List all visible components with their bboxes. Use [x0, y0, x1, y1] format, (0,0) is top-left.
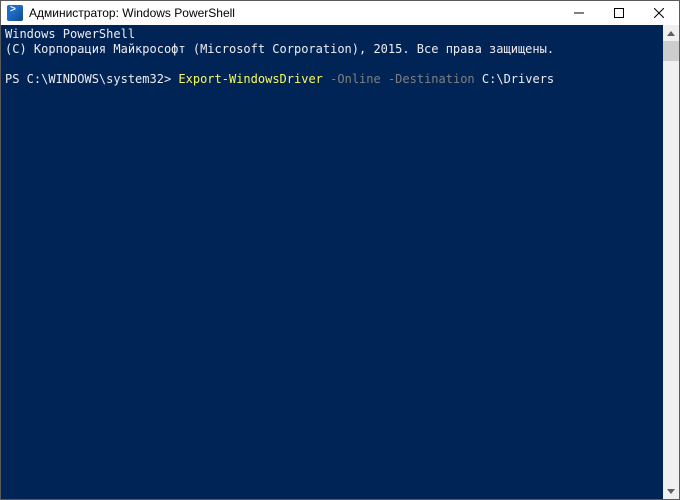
param-destination: -Destination — [388, 72, 475, 86]
powershell-icon — [7, 5, 23, 21]
powershell-window: Администратор: Windows PowerShell Window… — [0, 0, 680, 500]
close-button[interactable] — [639, 1, 679, 25]
scrollbar-track[interactable] — [663, 41, 679, 483]
minimize-button[interactable] — [559, 1, 599, 25]
scroll-up-button[interactable] — [663, 25, 679, 41]
vertical-scrollbar[interactable] — [663, 25, 679, 499]
cmdlet-token: Export-WindowsDriver — [178, 72, 323, 86]
maximize-icon — [614, 8, 624, 18]
param-online: -Online — [330, 72, 381, 86]
scrollbar-thumb[interactable] — [663, 41, 679, 61]
header-line-1: Windows PowerShell — [5, 27, 135, 41]
arg-destination: C:\Drivers — [482, 72, 554, 86]
console-output[interactable]: Windows PowerShell (C) Корпорация Майкро… — [1, 25, 663, 499]
close-icon — [654, 8, 664, 18]
window-title: Администратор: Windows PowerShell — [29, 6, 235, 20]
title-bar[interactable]: Администратор: Windows PowerShell — [1, 1, 679, 25]
chevron-down-icon — [667, 489, 675, 494]
header-line-2: (C) Корпорация Майкрософт (Microsoft Cor… — [5, 42, 554, 56]
scroll-down-button[interactable] — [663, 483, 679, 499]
maximize-button[interactable] — [599, 1, 639, 25]
prompt: PS C:\WINDOWS\system32> — [5, 72, 171, 86]
chevron-up-icon — [667, 31, 675, 36]
window-controls — [559, 1, 679, 25]
minimize-icon — [574, 8, 584, 18]
console-client-area: Windows PowerShell (C) Корпорация Майкро… — [1, 25, 679, 499]
